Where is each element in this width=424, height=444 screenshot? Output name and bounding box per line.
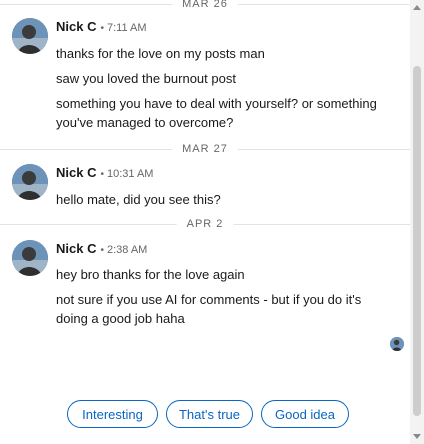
scroll-thumb[interactable] xyxy=(413,66,421,416)
separator-dot: • xyxy=(100,23,104,34)
date-label: APR 2 xyxy=(176,218,234,231)
message-group: Nick C • 10:31 AM hello mate, did you see … xyxy=(0,164,410,210)
sender-avatar-icon[interactable] xyxy=(12,240,48,276)
sender-line: Nick C • 2:38 AM xyxy=(56,240,147,260)
separator-dot: • xyxy=(100,245,104,256)
sender-line: Nick C • 7:11 AM xyxy=(56,18,147,38)
suggestion-chip[interactable]: Good idea xyxy=(261,400,349,428)
sender-avatar-icon[interactable] xyxy=(12,18,48,54)
scrollbar[interactable] xyxy=(410,0,424,444)
message-time: 10:31 AM xyxy=(106,168,154,180)
scroll-up-arrow-icon[interactable] xyxy=(413,5,421,10)
message-thread: MAR 26 Nick C • 7:11 AM thanks for the lov… xyxy=(0,0,410,444)
message-group: Nick C • 2:38 AM hey bro thanks for the lo… xyxy=(0,240,410,330)
date-label: MAR 26 xyxy=(172,0,238,11)
message-text: saw you loved the burnout post xyxy=(56,71,236,86)
date-divider: MAR 26 xyxy=(0,0,410,12)
sender-line: Nick C • 10:31 AM xyxy=(56,164,153,184)
suggestion-chip[interactable]: Interesting xyxy=(67,400,158,428)
date-divider: MAR 27 xyxy=(0,143,410,157)
reply-suggestions: Interesting That's true Good idea xyxy=(0,400,410,430)
sender-name[interactable]: Nick C xyxy=(56,241,96,256)
message-group: Nick C • 7:11 AM thanks for the love on my… xyxy=(0,18,410,133)
suggestion-chip[interactable]: That's true xyxy=(166,400,253,428)
date-divider: APR 2 xyxy=(0,218,410,232)
message-time: 7:11 AM xyxy=(106,22,147,34)
message-text: thanks for the love on my posts man xyxy=(56,46,265,61)
message-text: hello mate, did you see this? xyxy=(56,192,221,207)
message-text: not sure if you use AI for comments - bu… xyxy=(56,292,362,326)
message-text: something you have to deal with yourself… xyxy=(56,96,377,130)
message-time: 2:38 AM xyxy=(106,244,148,256)
sender-avatar-icon[interactable] xyxy=(12,164,48,200)
message-text: hey bro thanks for the love again xyxy=(56,267,245,282)
sender-name[interactable]: Nick C xyxy=(56,165,96,180)
seen-receipt-avatar-icon xyxy=(390,337,404,351)
separator-dot: • xyxy=(100,169,104,180)
sender-name[interactable]: Nick C xyxy=(56,19,96,34)
date-label: MAR 27 xyxy=(172,143,238,156)
scroll-down-arrow-icon[interactable] xyxy=(413,434,421,439)
